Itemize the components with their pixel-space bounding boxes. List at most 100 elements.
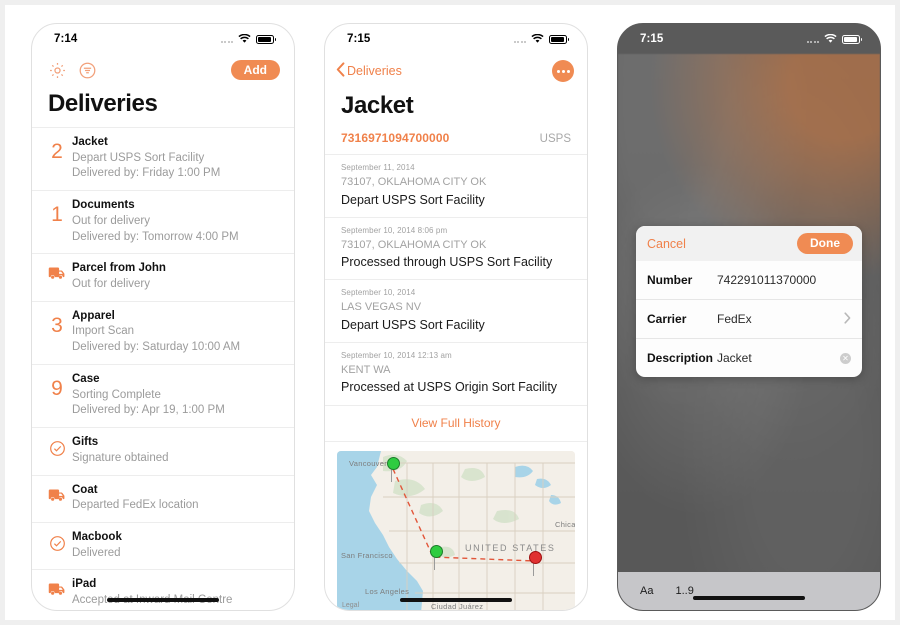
field-row-carrier[interactable]: Carrier FedEx	[636, 300, 862, 339]
home-indicator[interactable]	[400, 598, 512, 602]
item-body: Apparel Import Scan Delivered by: Saturd…	[72, 309, 284, 356]
truck-icon	[42, 577, 72, 596]
event-location: LAS VEGAS NV	[341, 301, 422, 314]
item-eta: Delivered by: Tomorrow 4:00 PM	[72, 230, 239, 243]
event-date: September 10, 2014 8:06 pm	[341, 225, 448, 235]
truck-icon	[42, 261, 72, 280]
item-count-badge: 3	[51, 313, 63, 337]
item-body: Jacket Depart USPS Sort Facility Deliver…	[72, 135, 284, 182]
edit-delivery-sheet: Cancel Done Number 742291011370000 Carri…	[636, 226, 862, 377]
event-location: KENT WA	[341, 363, 391, 376]
item-body: Case Sorting Complete Delivered by: Apr …	[72, 372, 284, 419]
event-location: 73107, OKLAHOMA CITY OK	[341, 176, 487, 188]
list-item[interactable]: Coat Departed FedEx location	[32, 476, 294, 524]
list-item[interactable]: Parcel from John Out for delivery	[32, 254, 294, 302]
numbers-button[interactable]: 1..9	[675, 585, 693, 597]
event-text: Depart USPS Sort Facility	[341, 317, 485, 332]
map-pin-destination[interactable]	[529, 550, 542, 564]
carrier-label: USPS	[539, 133, 571, 145]
tracking-events: September 11, 2014 73107, OKLAHOMA CITY …	[325, 155, 587, 406]
battery-icon	[256, 34, 276, 44]
home-indicator[interactable]	[693, 596, 805, 600]
gear-icon[interactable]	[48, 61, 67, 80]
map-pin-origin[interactable]	[387, 456, 400, 470]
keyboard-accessory-bar: Aa 1..9	[618, 572, 880, 610]
item-title: Documents	[72, 199, 135, 212]
cancel-button[interactable]: Cancel	[647, 237, 686, 251]
tracking-event[interactable]: September 10, 2014 LAS VEGAS NV Depart U…	[325, 280, 587, 343]
status-time: 7:15	[640, 33, 664, 45]
carrier-field-value[interactable]: FedEx	[717, 312, 844, 326]
item-eta: Delivered by: Apr 19, 1:00 PM	[72, 404, 225, 417]
cellular-icon	[806, 36, 819, 43]
list-item[interactable]: iPad Accepted at Inward Mail Centre	[32, 570, 294, 610]
home-indicator[interactable]	[107, 598, 219, 602]
list-item[interactable]: 1 Documents Out for delivery Delivered b…	[32, 191, 294, 255]
page-title: Deliveries	[48, 90, 158, 117]
toolbar: Add	[32, 54, 294, 86]
item-status: Out for delivery	[72, 277, 150, 290]
event-text: Depart USPS Sort Facility	[341, 192, 485, 207]
item-count-badge: 2	[51, 140, 63, 163]
number-field-value[interactable]: 742291011370000	[717, 273, 851, 287]
chevron-right-icon[interactable]	[844, 311, 851, 327]
item-eta: Delivered by: Friday 1:00 PM	[72, 167, 221, 180]
list-item[interactable]: 3 Apparel Import Scan Delivered by: Satu…	[32, 302, 294, 366]
description-field-value[interactable]: Jacket	[717, 351, 840, 365]
more-circle-icon[interactable]	[552, 60, 574, 82]
status-time: 7:14	[54, 33, 78, 45]
field-row-number[interactable]: Number 742291011370000	[636, 261, 862, 300]
map-label: Ciudad Juárez	[431, 601, 484, 611]
sheet-header: Cancel Done	[636, 226, 862, 261]
event-date: September 10, 2014	[341, 288, 416, 298]
item-title: Case	[72, 373, 100, 386]
list-item[interactable]: 2 Jacket Depart USPS Sort Facility Deliv…	[32, 128, 294, 192]
check-circle-icon	[42, 435, 72, 457]
field-label: Number	[647, 273, 693, 287]
detail-toolbar: Deliveries	[325, 54, 587, 88]
item-status: Import Scan	[72, 325, 134, 338]
add-button[interactable]: Add	[230, 60, 280, 80]
back-button[interactable]: Deliveries	[336, 62, 402, 80]
deliveries-list: 2 Jacket Depart USPS Sort Facility Deliv…	[32, 127, 294, 610]
list-item[interactable]: 9 Case Sorting Complete Delivered by: Ap…	[32, 365, 294, 429]
list-item[interactable]: Gifts Signature obtained	[32, 428, 294, 476]
map-legal-link[interactable]: Legal	[342, 602, 359, 609]
page-title: Jacket	[341, 92, 414, 119]
filter-circle-icon[interactable]	[78, 61, 97, 80]
list-item[interactable]: Macbook Delivered	[32, 523, 294, 571]
tracking-summary[interactable]: 7316971094700000 USPS	[325, 129, 587, 155]
wifi-icon	[824, 34, 837, 44]
tracking-event[interactable]: September 10, 2014 12:13 am KENT WA Proc…	[325, 343, 587, 406]
status-indicators	[806, 34, 862, 44]
phone-3-edit-sheet: 7:15 Cancel Done Number 742291011370000 …	[617, 23, 881, 611]
item-title: Jacket	[72, 136, 108, 148]
map-pin-waypoint[interactable]	[430, 544, 443, 558]
event-location: 73107, OKLAHOMA CITY OK	[341, 238, 487, 251]
clear-icon[interactable]: ✕	[840, 352, 851, 364]
item-count-badge: 1	[51, 203, 63, 227]
done-button[interactable]: Done	[797, 233, 853, 254]
item-body: Documents Out for delivery Delivered by:…	[72, 198, 284, 245]
item-body: Macbook Delivered	[72, 530, 284, 561]
item-count-badge: 9	[51, 377, 63, 401]
text-size-button[interactable]: Aa	[640, 585, 653, 597]
cellular-icon	[513, 36, 526, 43]
map-label: Vancouver	[349, 458, 387, 468]
view-full-history-link[interactable]: View Full History	[325, 406, 587, 442]
item-title: iPad	[72, 578, 97, 591]
status-time: 7:15	[347, 33, 371, 45]
screenshot-canvas: 7:14 Add Deliveries 2 Jacket Depart USPS…	[0, 0, 900, 625]
tracking-event[interactable]: September 10, 2014 8:06 pm 73107, OKLAHO…	[325, 218, 587, 281]
tracking-event[interactable]: September 11, 2014 73107, OKLAHOMA CITY …	[325, 155, 587, 218]
item-body: iPad Accepted at Inward Mail Centre	[72, 577, 284, 608]
event-text: Processed at USPS Origin Sort Facility	[341, 380, 558, 395]
status-indicators	[220, 34, 276, 44]
delivery-route-map[interactable]: Vancouver San Francisco Los Angeles Ciud…	[337, 450, 575, 611]
map-label: San Francisco	[341, 550, 393, 560]
item-status: Departed FedEx location	[72, 499, 199, 512]
item-body: Gifts Signature obtained	[72, 435, 284, 466]
battery-icon	[549, 34, 569, 44]
toolbar-left-icons	[48, 61, 97, 80]
field-row-description[interactable]: Description Jacket ✕	[636, 339, 862, 377]
